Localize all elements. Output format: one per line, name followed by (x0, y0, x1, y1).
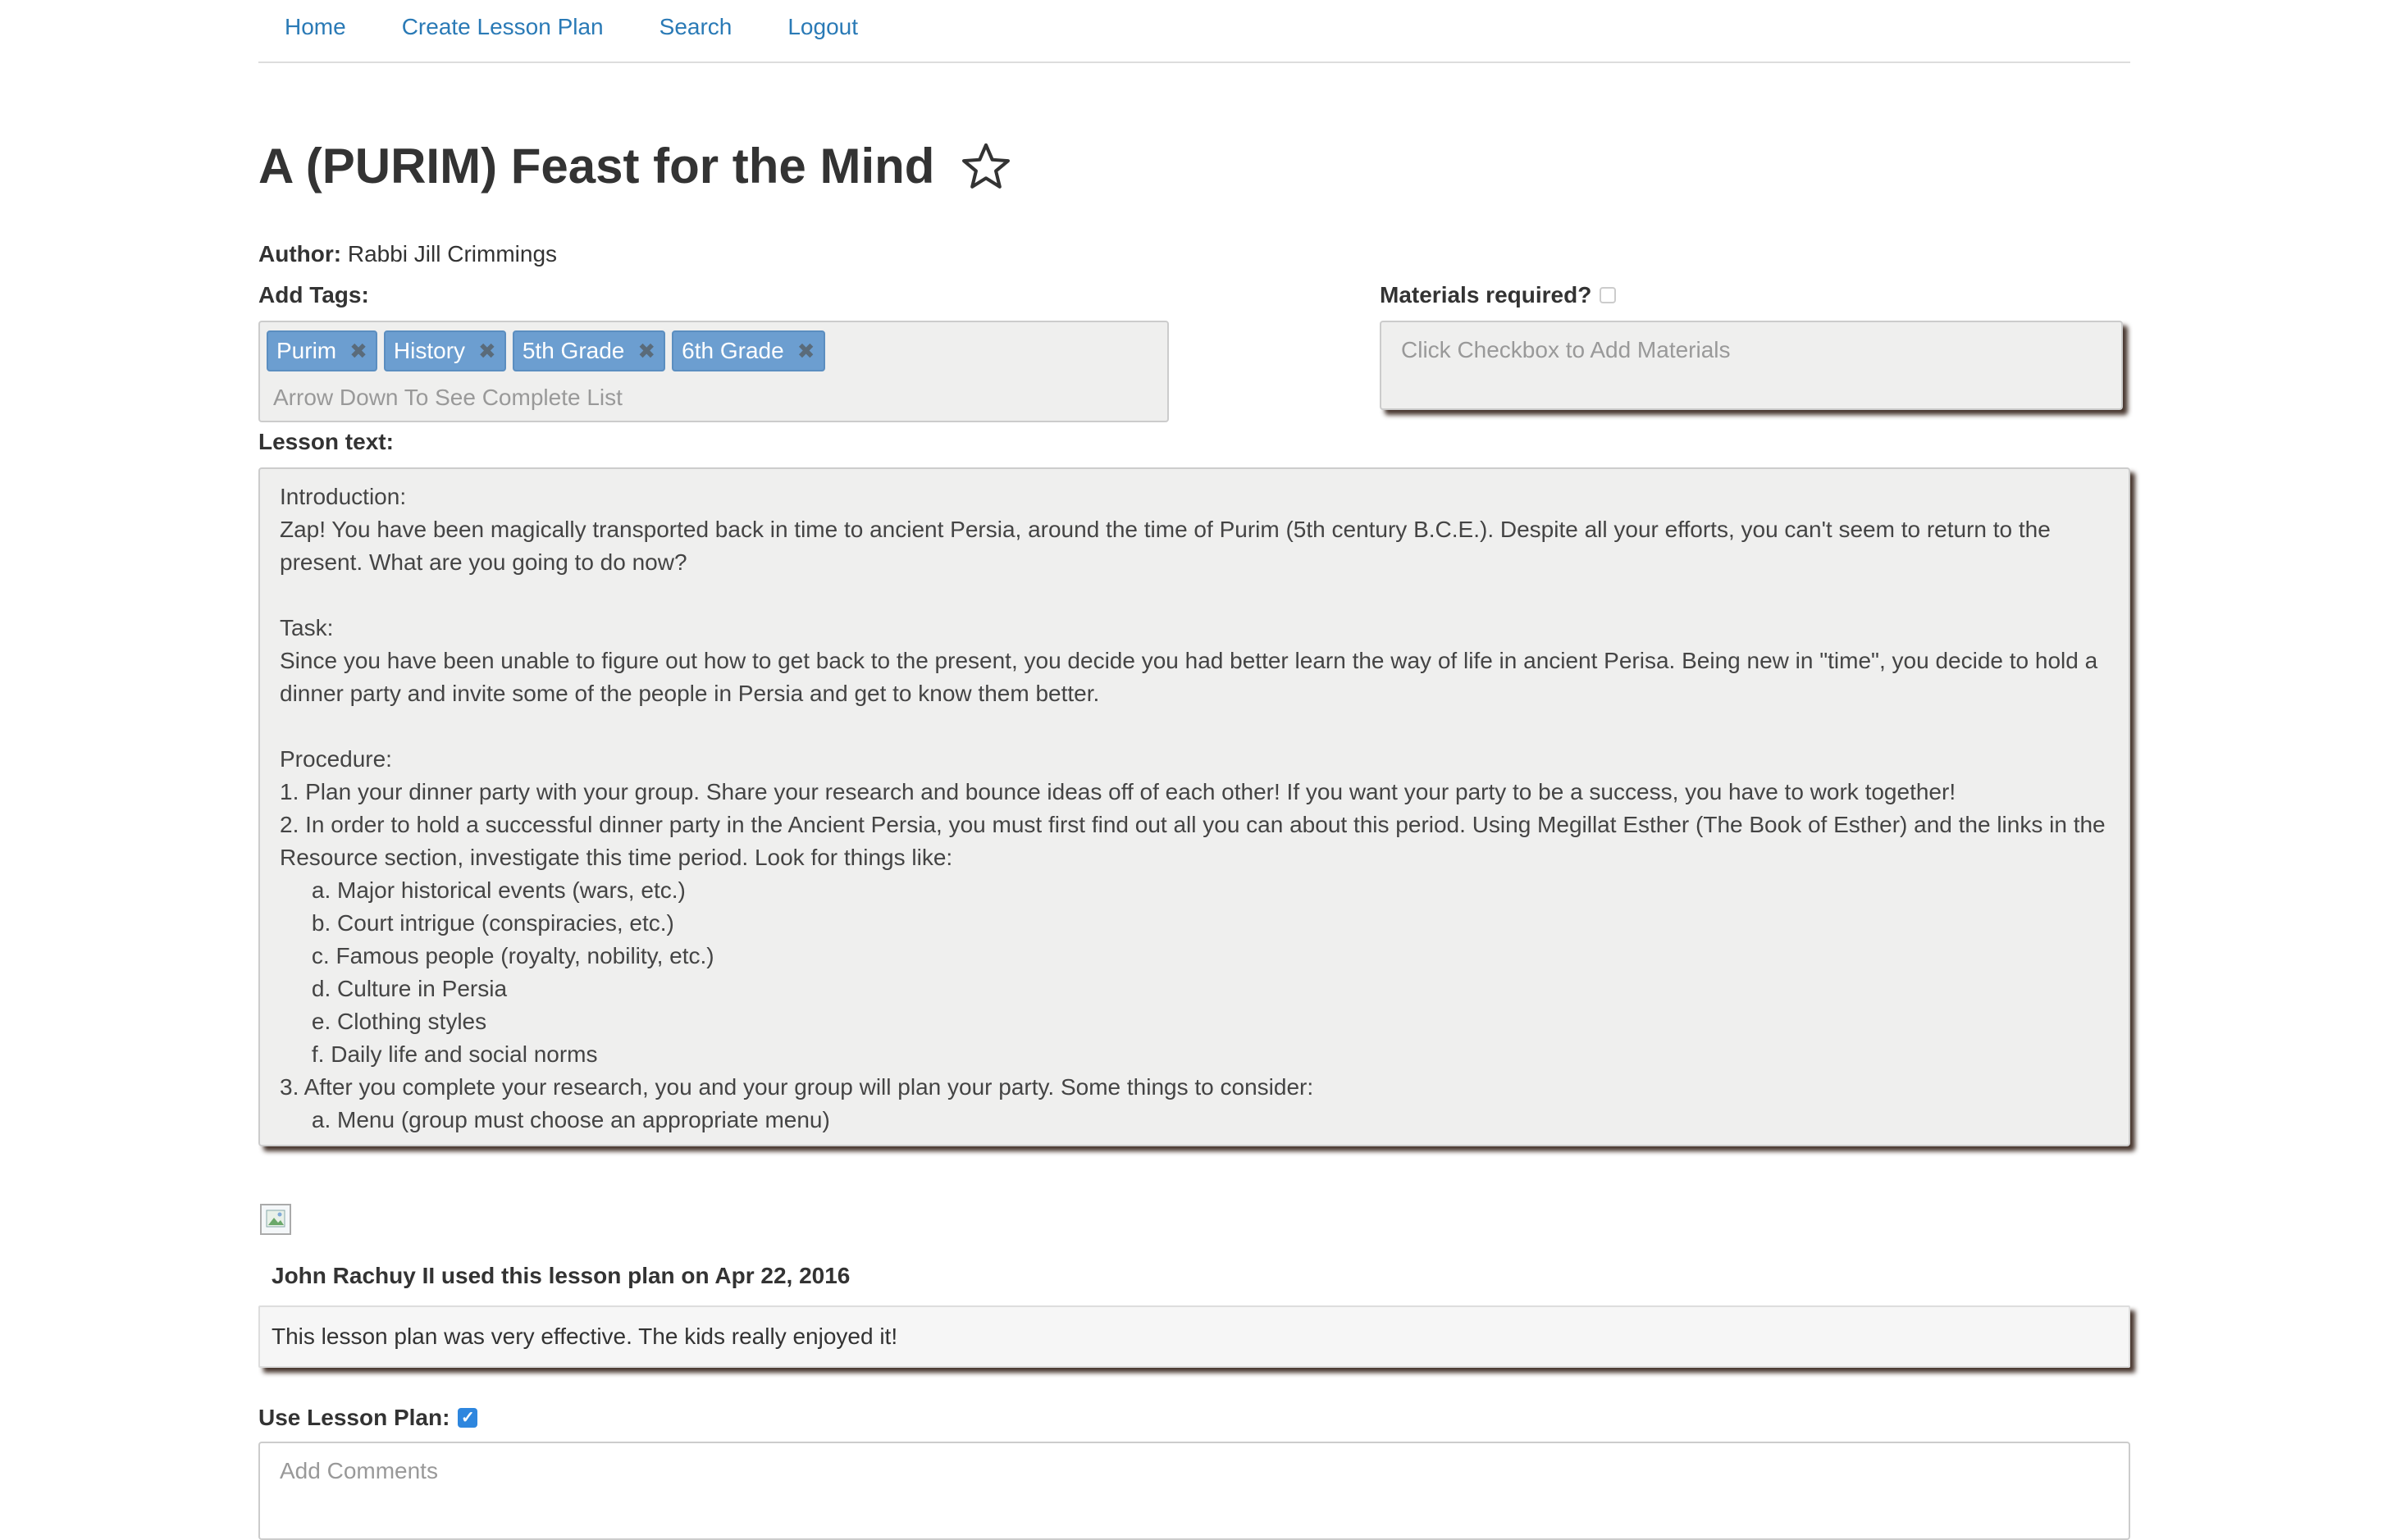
use-lesson-plan-label: Use Lesson Plan: (258, 1405, 450, 1430)
broken-image-icon (260, 1204, 291, 1235)
author-line: Author: Rabbi Jill Crimmings (258, 241, 557, 267)
materials-label: Materials required? (1380, 282, 1592, 308)
materials-checkbox[interactable] (1600, 287, 1617, 303)
nav-logout-link[interactable]: Logout (787, 14, 858, 40)
lesson-text-label: Lesson text: (258, 429, 394, 454)
tags-input[interactable]: Purim ✖ History ✖ 5th Grade ✖ 6th Grade … (258, 321, 1169, 422)
tag-label: 5th Grade (522, 338, 625, 363)
page: Home Create Lesson Plan Search Logout A … (258, 0, 2130, 1540)
comment-header: John Rachuy II used this lesson plan on … (272, 1263, 851, 1288)
tag-list: Purim ✖ History ✖ 5th Grade ✖ 6th Grade … (267, 330, 825, 371)
comment-text: This lesson plan was very effective. The… (272, 1324, 898, 1349)
remove-tag-icon[interactable]: ✖ (478, 339, 496, 364)
use-lesson-plan-checkbox[interactable]: ✓ (458, 1408, 478, 1428)
tag-chip: 5th Grade ✖ (512, 330, 666, 371)
materials-placeholder: Click Checkbox to Add Materials (1401, 337, 1731, 362)
remove-tag-icon[interactable]: ✖ (797, 339, 815, 364)
tag-chip: 6th Grade ✖ (672, 330, 825, 371)
nav-home-link[interactable]: Home (285, 14, 346, 40)
materials-label-row: Materials required? (1380, 282, 1617, 308)
tag-chip: Purim ✖ (267, 330, 377, 371)
author-name: Rabbi Jill Crimmings (347, 241, 558, 267)
comment-card: This lesson plan was very effective. The… (258, 1305, 2130, 1368)
page-title: A (PURIM) Feast for the Mind (258, 139, 935, 194)
tag-label: Purim (276, 338, 337, 363)
materials-field[interactable]: Click Checkbox to Add Materials (1380, 321, 2123, 410)
tag-label: History (393, 338, 466, 363)
nav-search-link[interactable]: Search (660, 14, 733, 40)
remove-tag-icon[interactable]: ✖ (637, 339, 655, 364)
tags-placeholder: Arrow Down To See Complete List (273, 385, 623, 410)
lesson-text-area[interactable]: Introduction: Zap! You have been magical… (258, 467, 2130, 1146)
use-lesson-plan-row: Use Lesson Plan: ✓ (258, 1405, 478, 1431)
remove-tag-icon[interactable]: ✖ (349, 339, 367, 364)
top-nav: Home Create Lesson Plan Search Logout (258, 0, 2130, 63)
tag-chip: History ✖ (383, 330, 506, 371)
tag-label: 6th Grade (682, 338, 784, 363)
add-comments-placeholder: Add Comments (280, 1458, 438, 1483)
star-icon[interactable] (959, 139, 1013, 194)
author-label: Author: (258, 241, 342, 267)
nav-create-lesson-plan-link[interactable]: Create Lesson Plan (402, 14, 604, 40)
title-row: A (PURIM) Feast for the Mind (258, 138, 1013, 195)
tags-label: Add Tags: (258, 282, 369, 308)
add-comments-field[interactable]: Add Comments (258, 1442, 2130, 1540)
lesson-text-content: Introduction: Zap! You have been magical… (280, 484, 2106, 1132)
